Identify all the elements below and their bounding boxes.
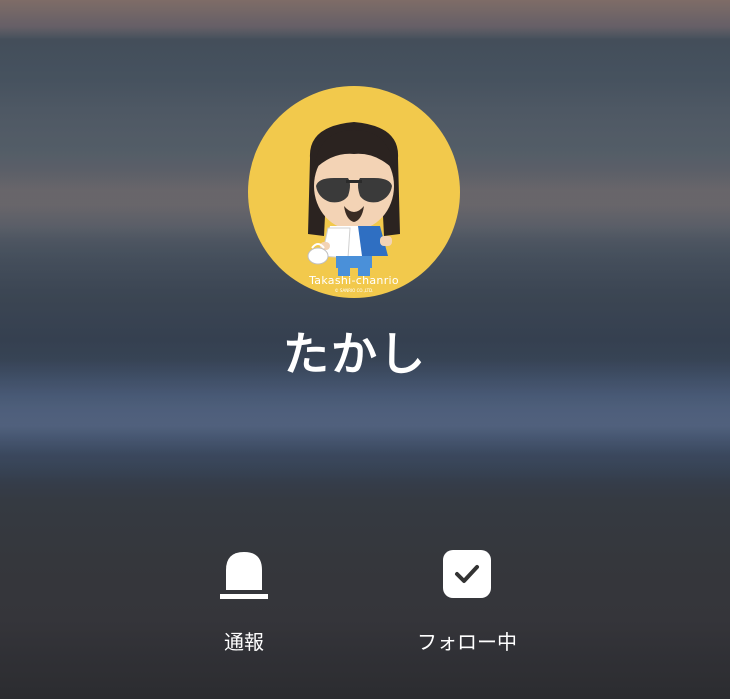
avatar-caption: Takashi-chanrio [309,274,399,287]
report-bell-icon [220,548,268,600]
report-label: 通報 [224,630,264,654]
profile-name: たかし [283,327,427,381]
following-button[interactable]: フォロー中 [387,548,547,658]
avatar-character-illustration [307,122,400,276]
avatar-copyright: © SANRIO CO.,LTD. [334,288,374,293]
following-label: フォロー中 [417,630,517,654]
profile-avatar[interactable]: Takashi-chanrio © SANRIO CO.,LTD. [248,86,460,298]
profile-screen: Takashi-chanrio © SANRIO CO.,LTD. たかし 通報… [0,0,730,699]
report-button[interactable]: 通報 [164,548,324,658]
checkmark-icon [443,548,491,600]
